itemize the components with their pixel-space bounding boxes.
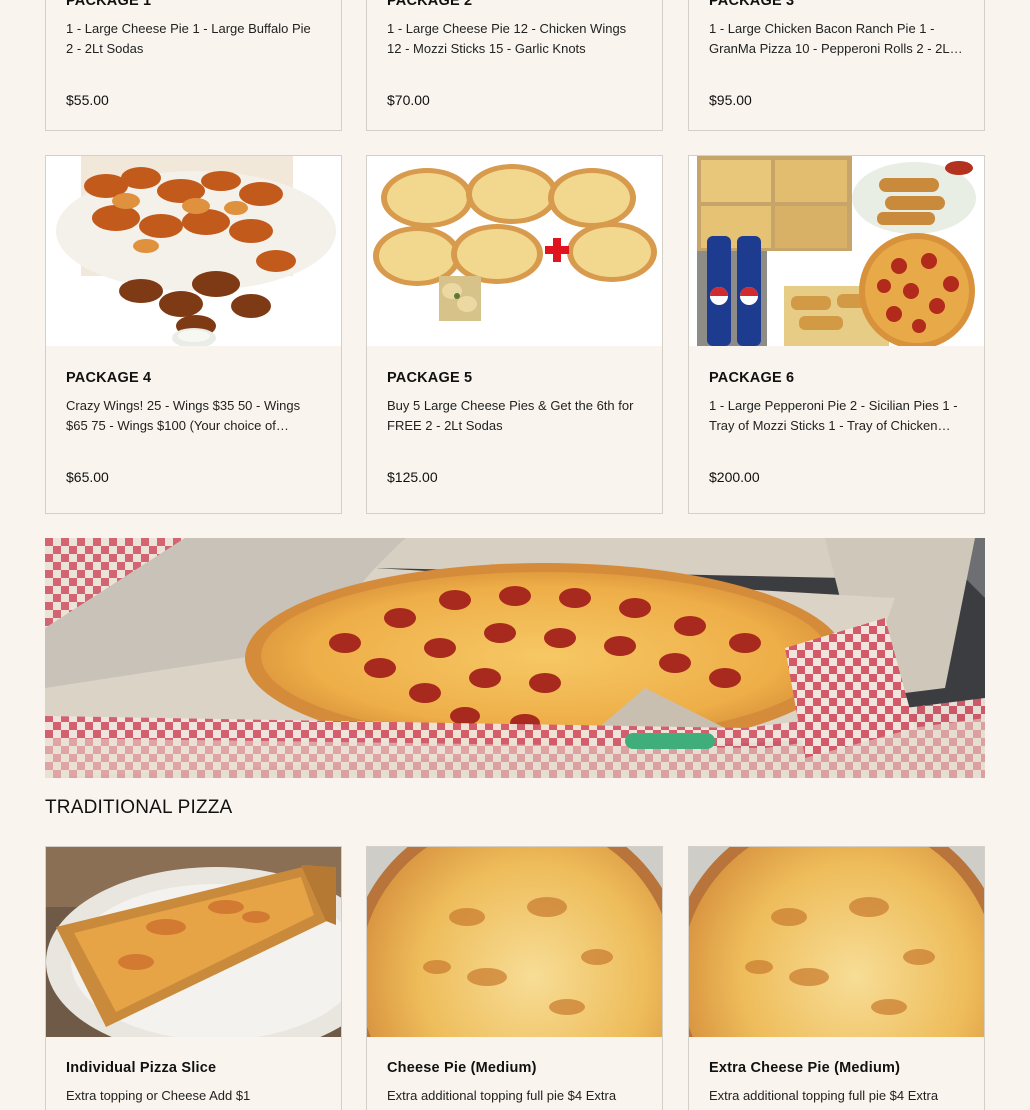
- cheese-pies-image: [367, 156, 662, 346]
- package-price: $70.00: [387, 92, 430, 108]
- menu-item-description: Extra topping or Cheese Add $1: [66, 1088, 251, 1103]
- menu-item-title: Extra Cheese Pie (Medium): [709, 1060, 901, 1076]
- package-description: 1 - Large Cheese Pie 12 - Chicken Wings …: [387, 21, 627, 56]
- section-title-traditional-pizza: TRADITIONAL PIZZA: [45, 797, 233, 818]
- package-description: 1 - Large Cheese Pie 1 - Large Buffalo P…: [66, 21, 311, 56]
- package-card-5[interactable]: PACKAGE 5 Buy 5 Large Cheese Pies & Get …: [366, 155, 663, 514]
- menu-item-description: Extra additional topping full pie $4 Ext…: [709, 1088, 939, 1103]
- package-title: PACKAGE 6: [709, 370, 795, 386]
- package-price: $65.00: [66, 469, 109, 485]
- pizza-slice-image: [46, 847, 341, 1037]
- package-description: Crazy Wings! 25 - Wings $35 50 - Wings $…: [66, 398, 301, 433]
- chicken-wings-image: [46, 156, 341, 346]
- package-card-4[interactable]: PACKAGE 4 Crazy Wings! 25 - Wings $35 50…: [45, 155, 342, 514]
- menu-item-title: Cheese Pie (Medium): [387, 1060, 537, 1076]
- package-description: 1 - Large Pepperoni Pie 2 - Sicilian Pie…: [709, 398, 958, 433]
- party-combo-image: [689, 156, 984, 346]
- package-card-1[interactable]: PACKAGE 1 1 - Large Cheese Pie 1 - Large…: [45, 0, 342, 131]
- package-price: $200.00: [709, 469, 760, 485]
- package-title: PACKAGE 2: [387, 0, 473, 9]
- cheese-pie-image: [367, 847, 662, 1037]
- package-title: PACKAGE 3: [709, 0, 795, 9]
- menu-item-card-cheese-pie[interactable]: Cheese Pie (Medium) Extra additional top…: [366, 846, 663, 1110]
- menu-item-card-extra-cheese-pie[interactable]: Extra Cheese Pie (Medium) Extra addition…: [688, 846, 985, 1110]
- package-description: Buy 5 Large Cheese Pies & Get the 6th fo…: [387, 398, 634, 433]
- menu-item-title: Individual Pizza Slice: [66, 1060, 217, 1076]
- package-title: PACKAGE 5: [387, 370, 473, 386]
- package-description: 1 - Large Chicken Bacon Ranch Pie 1 - Gr…: [709, 21, 954, 56]
- pepperoni-pizza-box-banner: [45, 538, 985, 778]
- package-title: PACKAGE 4: [66, 370, 152, 386]
- menu-item-card-slice[interactable]: Individual Pizza Slice Extra topping or …: [45, 846, 342, 1110]
- package-price: $95.00: [709, 92, 752, 108]
- package-card-2[interactable]: PACKAGE 2 1 - Large Cheese Pie 12 - Chic…: [366, 0, 663, 131]
- package-title: PACKAGE 1: [66, 0, 152, 9]
- menu-item-description: Extra additional topping full pie $4 Ext…: [387, 1088, 617, 1103]
- package-price: $125.00: [387, 469, 438, 485]
- package-price: $55.00: [66, 92, 109, 108]
- package-card-3[interactable]: PACKAGE 3 1 - Large Chicken Bacon Ranch …: [688, 0, 985, 131]
- extra-cheese-pie-image: [689, 847, 984, 1037]
- package-card-6[interactable]: PACKAGE 6 1 - Large Pepperoni Pie 2 - Si…: [688, 155, 985, 514]
